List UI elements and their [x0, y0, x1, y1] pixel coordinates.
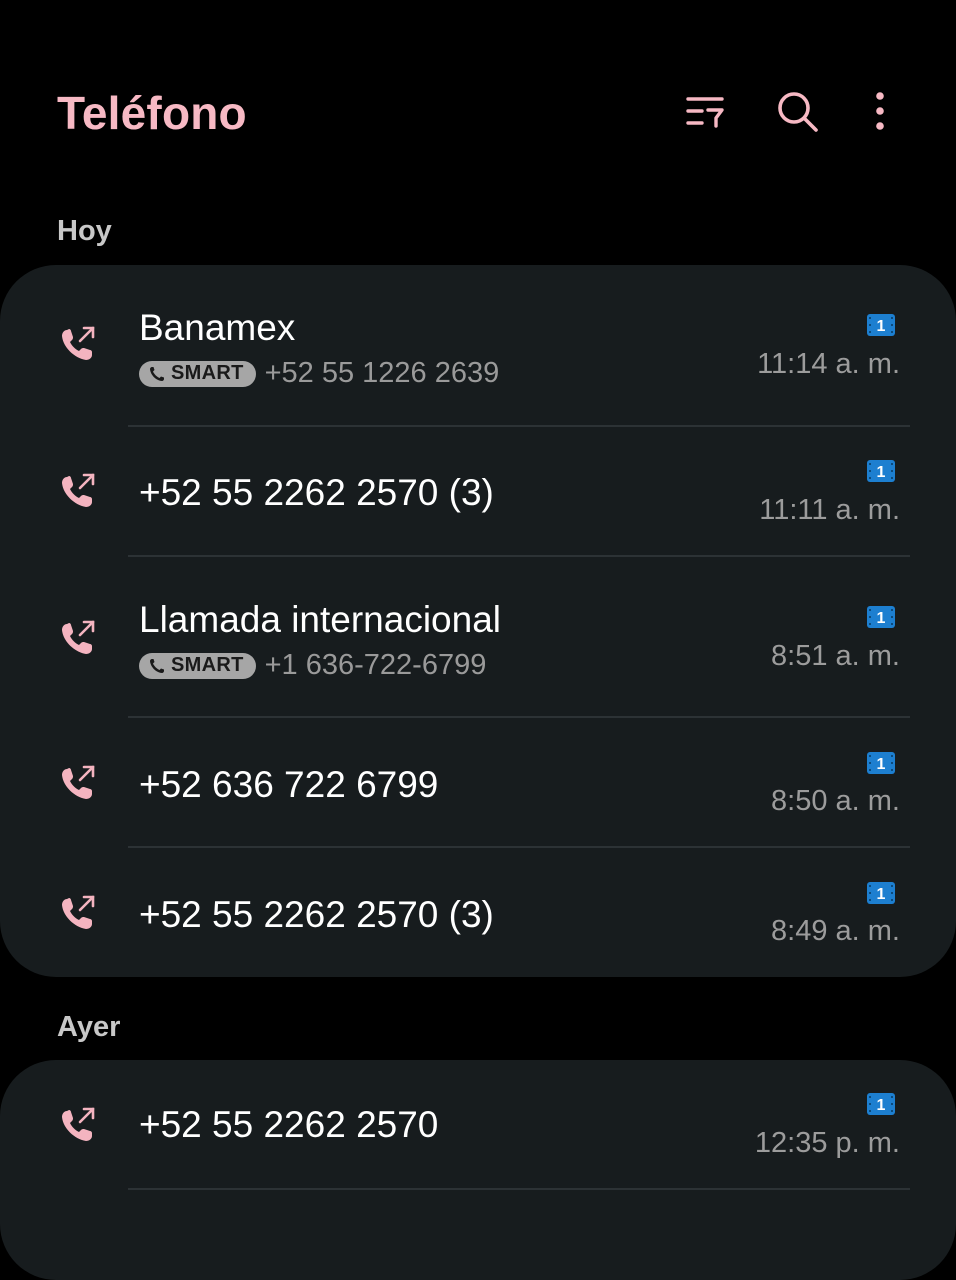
section-label-yesterday: Ayer	[57, 1011, 121, 1043]
svg-text:1: 1	[877, 756, 886, 773]
call-group-card: +52 55 2262 2570 1 12:35 p. m.	[0, 1060, 956, 1280]
section-label-today: Hoy	[57, 215, 112, 247]
phone-number: +52 55 1226 2639	[264, 357, 500, 389]
call-time: 8:49 a. m.	[771, 915, 900, 947]
sim-1-icon: 1	[867, 606, 895, 628]
svg-text:1: 1	[877, 886, 886, 903]
call-time: 8:51 a. m.	[771, 640, 900, 672]
filter-list-icon[interactable]	[683, 90, 727, 134]
sim-1-icon: 1	[867, 752, 895, 774]
smart-call-badge: SMART	[139, 360, 256, 387]
call-time: 8:50 a. m.	[771, 785, 900, 817]
call-time: 11:11 a. m.	[759, 494, 900, 526]
contact-name: Llamada internacional	[139, 599, 502, 640]
contact-name: Banamex	[139, 307, 296, 348]
svg-text:1: 1	[877, 610, 886, 627]
outgoing-call-icon	[62, 473, 95, 507]
outgoing-call-icon	[62, 620, 95, 654]
call-log-row[interactable]: +52 636 722 6799 1 8:50 a. m.	[0, 718, 956, 848]
sim-1-icon: 1	[867, 460, 895, 482]
sim-1-icon: 1	[867, 1093, 895, 1115]
svg-text:1: 1	[877, 464, 886, 481]
call-log-row[interactable]: +52 55 2262 2570 (3) 1 8:49 a. m.	[0, 848, 956, 977]
divider	[128, 1188, 910, 1190]
phone-icon	[150, 658, 164, 673]
contact-name: +52 55 2262 2570 (3)	[139, 894, 494, 935]
call-log-row[interactable]: +52 55 2262 2570 1 12:35 p. m.	[0, 1060, 956, 1190]
phone-number: +1 636-722-6799	[264, 649, 487, 681]
call-log-row[interactable]: Banamex SMART +52 55 1226 2639 1 11:14 a…	[0, 265, 956, 427]
contact-name: +52 55 2262 2570	[139, 1104, 439, 1145]
outgoing-call-icon	[62, 895, 95, 929]
search-icon[interactable]	[776, 90, 820, 134]
app-bar: Teléfono	[0, 0, 956, 230]
call-time: 12:35 p. m.	[754, 1127, 900, 1159]
outgoing-call-icon	[62, 1107, 95, 1141]
phone-icon	[150, 366, 164, 381]
call-time: 11:14 a. m.	[757, 348, 900, 380]
outgoing-call-icon	[62, 765, 95, 799]
call-group-card: Banamex SMART +52 55 1226 2639 1 11:14 a…	[0, 265, 956, 977]
call-details: SMART +1 636-722-6799	[139, 649, 486, 682]
sim-1-icon: 1	[867, 882, 895, 904]
call-details: SMART +52 55 1226 2639	[139, 357, 499, 390]
page-title: Teléfono	[57, 87, 247, 139]
sim-1-icon: 1	[867, 314, 895, 336]
contact-name: +52 636 722 6799	[139, 764, 439, 805]
smart-call-badge: SMART	[139, 652, 256, 679]
more-options-icon[interactable]	[858, 90, 902, 134]
outgoing-call-icon	[62, 326, 95, 360]
call-log-row[interactable]: Llamada internacional SMART +1 636-722-6…	[0, 557, 956, 718]
call-log-row[interactable]: +52 55 2262 2570 (3) 1 11:11 a. m.	[0, 427, 956, 557]
contact-name: +52 55 2262 2570 (3)	[139, 472, 494, 513]
svg-text:1: 1	[877, 1097, 886, 1114]
svg-text:1: 1	[877, 318, 886, 335]
